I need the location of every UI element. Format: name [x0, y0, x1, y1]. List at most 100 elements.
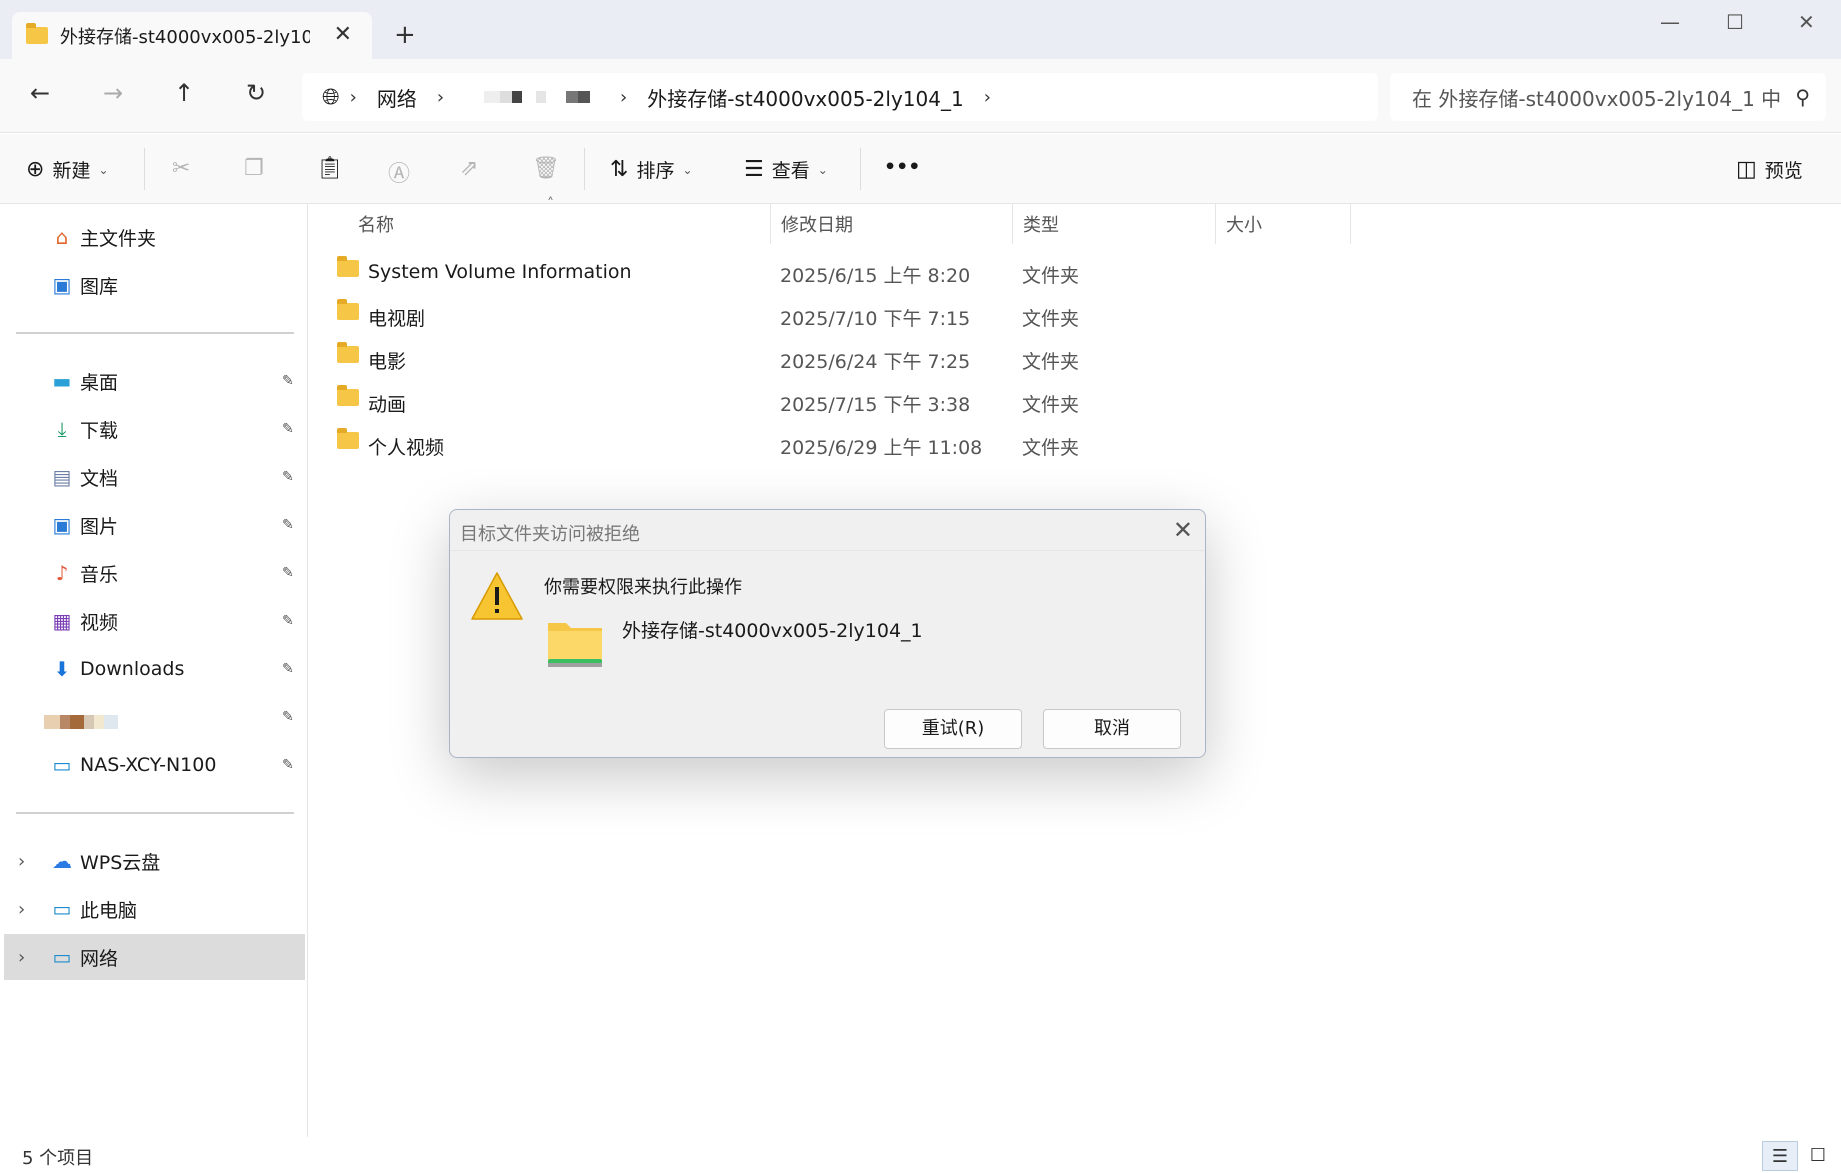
more-options-button[interactable]: •••	[884, 156, 920, 178]
details-view-button[interactable]: ☰	[1762, 1141, 1798, 1171]
maximize-button[interactable]: ☐	[1726, 10, 1744, 34]
address-bar[interactable]: 🌐︎ › 网络 › › 外接存储-st4000vx005-2ly104_1 ›	[302, 73, 1378, 121]
new-button[interactable]: ⊕ 新建 ⌄	[26, 156, 109, 183]
new-label: 新建	[52, 160, 91, 182]
file-type: 文件夹	[1022, 351, 1080, 373]
tab-current[interactable]: 外接存储-st4000vx005-2ly104_ ✕	[12, 12, 372, 59]
breadcrumb-network[interactable]: 网络	[377, 83, 417, 112]
pin-icon[interactable]: ✎	[282, 709, 294, 725]
sidebar-item-downloads-cn[interactable]: ⤓ 下载 ✎	[0, 406, 305, 452]
file-date: 2025/7/15 下午 3:38	[780, 394, 971, 416]
search-box[interactable]: 在 外接存储-st4000vx005-2ly104_1 中 ⚲	[1390, 73, 1826, 121]
copy-button[interactable]: ❐	[244, 156, 264, 181]
pin-icon[interactable]: ✎	[282, 613, 294, 629]
file-row[interactable]: System Volume Information 2025/6/15 上午 8…	[309, 252, 1549, 292]
cut-button[interactable]: ✂	[172, 156, 190, 181]
delete-button[interactable]: 🗑︎	[532, 156, 560, 181]
preview-pane-button[interactable]: ◫ 预览	[1736, 156, 1803, 183]
folder-icon	[337, 428, 359, 449]
sidebar-item-desktop[interactable]: ▬ 桌面 ✎	[0, 358, 305, 404]
sidebar-item-label: 下载	[80, 419, 119, 442]
breadcrumb-separator[interactable]: ›	[350, 87, 357, 108]
access-denied-dialog: 目标文件夹访问被拒绝 ✕ 你需要权限来执行此操作 外接存储-st4000vx00…	[449, 509, 1206, 758]
sidebar-item-home[interactable]: ⌂ 主文件夹	[0, 214, 305, 260]
dialog-title: 目标文件夹访问被拒绝	[460, 524, 640, 545]
refresh-button[interactable]: ↻	[236, 79, 276, 107]
folder-icon	[26, 23, 48, 44]
breadcrumb-separator[interactable]: ›	[437, 87, 444, 108]
sidebar-item-videos[interactable]: ▦ 视频 ✎	[0, 598, 305, 644]
sort-button[interactable]: ⇅ 排序 ⌄	[610, 156, 693, 183]
sidebar-item-this-pc[interactable]: › ▭ 此电脑	[0, 886, 305, 932]
paste-button[interactable]: 📋︎	[316, 156, 344, 181]
back-button[interactable]: ←	[20, 79, 60, 107]
new-tab-button[interactable]: +	[394, 20, 416, 50]
file-row[interactable]: 电影 2025/6/24 下午 7:25 文件夹	[309, 338, 1549, 378]
status-bar: 5 个项目 ☰ ☐	[0, 1137, 1841, 1173]
chevron-right-icon[interactable]: ›	[18, 851, 25, 872]
tab-title: 外接存储-st4000vx005-2ly104_	[60, 26, 310, 48]
pin-icon[interactable]: ✎	[282, 757, 294, 773]
pin-icon[interactable]: ✎	[282, 469, 294, 485]
column-header-date[interactable]: 修改日期	[771, 204, 1013, 244]
sidebar-item-wps-cloud[interactable]: › ☁ WPS云盘	[0, 838, 305, 884]
sidebar-item-label: 桌面	[80, 371, 119, 394]
dialog-body: 你需要权限来执行此操作 外接存储-st4000vx005-2ly104_1 重试…	[450, 550, 1205, 757]
large-icons-view-button[interactable]: ☐	[1800, 1141, 1836, 1171]
chevron-down-icon: ⌄	[98, 162, 109, 177]
file-row[interactable]: 电视剧 2025/7/10 下午 7:15 文件夹	[309, 295, 1549, 335]
forward-button[interactable]: →	[93, 79, 133, 107]
chevron-right-icon[interactable]: ›	[18, 947, 25, 968]
column-label: 大小	[1226, 215, 1262, 236]
breadcrumb-separator[interactable]: ›	[620, 87, 627, 108]
sidebar-item-nas[interactable]: ▭ NAS-XCY-N100 ✎	[0, 742, 305, 788]
file-row[interactable]: 动画 2025/7/15 下午 3:38 文件夹	[309, 381, 1549, 421]
chevron-down-icon: ⌄	[682, 162, 693, 177]
details-view-icon: ☰	[1771, 1146, 1789, 1167]
this-pc-icon: ▭	[52, 897, 72, 921]
pin-icon[interactable]: ✎	[282, 421, 294, 437]
breadcrumb-separator[interactable]: ›	[984, 87, 991, 108]
chevron-right-icon[interactable]: ›	[18, 899, 25, 920]
sidebar-item-network[interactable]: › ▭ 网络	[4, 934, 305, 980]
column-header-name[interactable]: 名称 ˄	[348, 196, 771, 244]
retry-button[interactable]: 重试(R)	[884, 709, 1022, 749]
sidebar-item-label: NAS-XCY-N100	[80, 754, 217, 776]
up-button[interactable]: ↑	[164, 79, 204, 107]
close-window-button[interactable]: ✕	[1798, 10, 1815, 34]
column-label: 类型	[1023, 215, 1059, 236]
tab-close-icon[interactable]: ✕	[334, 22, 352, 47]
pin-icon[interactable]: ✎	[282, 373, 294, 389]
scissors-icon: ✂	[172, 156, 191, 181]
share-icon: ⇗	[460, 156, 479, 181]
pin-icon[interactable]: ✎	[282, 517, 294, 533]
external-drive-folder-icon	[546, 617, 604, 673]
item-count: 5 个项目	[22, 1148, 94, 1169]
column-header-type[interactable]: 类型	[1013, 204, 1216, 244]
pin-icon[interactable]: ✎	[282, 565, 294, 581]
sidebar-item-music[interactable]: ♪ 音乐 ✎	[0, 550, 305, 596]
document-icon: ▤	[52, 465, 72, 489]
sidebar-item-label: 文档	[80, 467, 119, 490]
sidebar-item-downloads[interactable]: ⬇ Downloads ✎	[0, 646, 305, 692]
view-button[interactable]: ☰ 查看 ⌄	[744, 156, 828, 183]
sidebar-item-pictures[interactable]: ▣ 图片 ✎	[0, 502, 305, 548]
share-button[interactable]: ⇗	[460, 156, 478, 181]
rename-button[interactable]: Ⓐ	[388, 156, 410, 188]
column-header-size[interactable]: 大小	[1216, 204, 1351, 244]
folder-icon	[337, 385, 359, 406]
copy-icon: ❐	[244, 156, 264, 181]
file-name: 电视剧	[368, 308, 426, 330]
dialog-close-icon[interactable]: ✕	[1173, 516, 1193, 544]
file-row[interactable]: 个人视频 2025/6/29 上午 11:08 文件夹	[309, 424, 1549, 464]
breadcrumb-redacted[interactable]	[484, 88, 591, 107]
pin-icon[interactable]: ✎	[282, 661, 294, 677]
minimize-button[interactable]: —	[1660, 10, 1680, 34]
sidebar-item-documents[interactable]: ▤ 文档 ✎	[0, 454, 305, 500]
search-input[interactable]: 在 外接存储-st4000vx005-2ly104_1 中	[1412, 83, 1781, 112]
sidebar-item-redacted[interactable]: ✎	[0, 694, 305, 740]
folder-icon	[337, 299, 359, 320]
sidebar-item-gallery[interactable]: ▣ 图库	[0, 262, 305, 308]
cancel-button[interactable]: 取消	[1043, 709, 1181, 749]
breadcrumb-current-folder[interactable]: 外接存储-st4000vx005-2ly104_1	[647, 83, 963, 112]
